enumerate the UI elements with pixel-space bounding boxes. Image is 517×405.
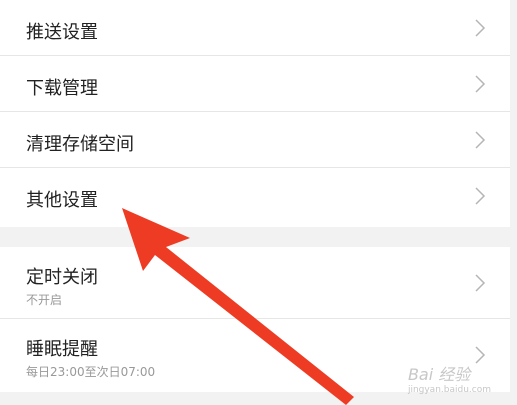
settings-item-download[interactable]: 下载管理 [0, 56, 510, 112]
settings-item-push[interactable]: 推送设置 [0, 0, 510, 56]
settings-item-subtitle: 每日23:00至次日07:00 [26, 365, 156, 379]
settings-page: 推送设置 下载管理 清理存储空间 其他设置 定时关闭 不开启 睡眠提醒 每日23… [0, 0, 517, 405]
settings-item-label: 睡眠提醒 [26, 339, 98, 360]
watermark-url: jingyan.baidu.com [407, 385, 491, 395]
settings-item-label: 定时关闭 [26, 267, 98, 288]
settings-item-clear-storage[interactable]: 清理存储空间 [0, 112, 510, 168]
chevron-right-icon [475, 274, 486, 292]
watermark-brand: Bai 经验 [407, 365, 471, 384]
settings-item-timer-close[interactable]: 定时关闭 不开启 [0, 247, 510, 319]
settings-item-other[interactable]: 其他设置 [0, 168, 510, 224]
settings-item-label: 下载管理 [26, 78, 98, 99]
chevron-right-icon [475, 19, 486, 37]
settings-item-label: 其他设置 [26, 190, 98, 211]
settings-item-subtitle: 不开启 [26, 293, 63, 307]
chevron-right-icon [475, 187, 486, 205]
settings-item-label: 推送设置 [26, 22, 98, 43]
chevron-right-icon [475, 131, 486, 149]
watermark: Bai 经验 jingyan.baidu.com [408, 361, 491, 395]
settings-item-label: 清理存储空间 [26, 134, 134, 155]
chevron-right-icon [475, 75, 486, 93]
settings-group-general: 推送设置 下载管理 清理存储空间 其他设置 [0, 0, 510, 227]
